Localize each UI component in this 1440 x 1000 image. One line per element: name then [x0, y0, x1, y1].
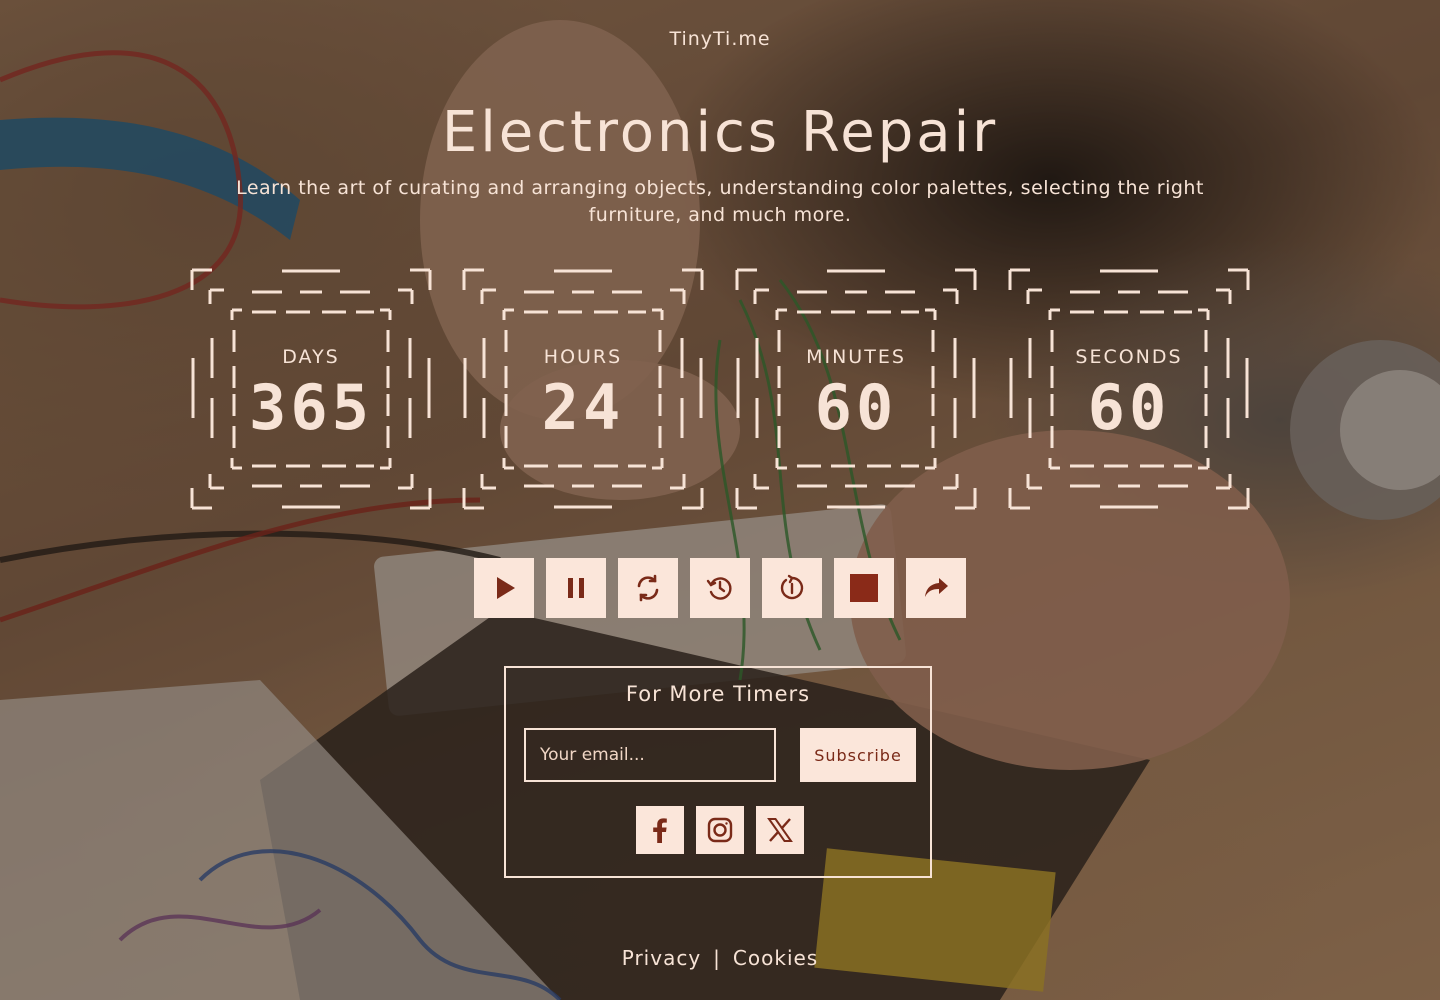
facebook-icon [653, 818, 667, 843]
share-button[interactable] [906, 558, 966, 618]
privacy-link[interactable]: Privacy [622, 946, 701, 970]
reset-button[interactable] [618, 558, 678, 618]
footer-separator: | [713, 946, 721, 970]
page-subtitle: Learn the art of curating and arranging … [236, 177, 1204, 226]
timer-label: HOURS [543, 346, 623, 368]
brand-logo[interactable]: TinyTi.me [0, 28, 1440, 50]
stop-icon [850, 574, 878, 602]
timer-value: 24 [541, 371, 625, 444]
subscribe-button[interactable]: Subscribe [800, 728, 916, 782]
pause-icon [568, 578, 584, 598]
timer-minutes: MINUTES 60 [735, 268, 977, 510]
subscribe-title: For More Timers [625, 682, 811, 706]
history-back-icon [706, 577, 732, 600]
timer-value: 60 [814, 371, 898, 444]
play-button[interactable] [474, 558, 534, 618]
timer-value: 365 [249, 371, 373, 444]
forward-button[interactable] [762, 558, 822, 618]
timer-label: MINUTES [806, 346, 906, 368]
footer-links: Privacy | Cookies [0, 946, 1440, 970]
page-title: Electronics Repair [441, 100, 999, 165]
social-links [636, 806, 804, 854]
pause-button[interactable] [546, 558, 606, 618]
email-input[interactable] [524, 728, 776, 782]
history-forward-icon [780, 574, 804, 600]
timer-controls [474, 558, 966, 618]
rewind-button[interactable] [690, 558, 750, 618]
play-icon [497, 577, 515, 599]
x-icon [767, 818, 793, 842]
refresh-icon [637, 574, 659, 602]
timer-value: 60 [1087, 371, 1171, 444]
timer-hours: HOURS 24 [462, 268, 704, 510]
timer-seconds: SECONDS 60 [1008, 268, 1250, 510]
timer-label: SECONDS [1075, 346, 1183, 368]
stop-button[interactable] [834, 558, 894, 618]
cookies-link[interactable]: Cookies [733, 946, 818, 970]
share-icon [925, 578, 948, 597]
facebook-link[interactable] [636, 806, 684, 854]
subscribe-panel: For More Timers Subscribe [504, 666, 932, 878]
timer-days: DAYS 365 [190, 268, 432, 510]
instagram-icon [707, 817, 733, 843]
timer-label: DAYS [282, 346, 340, 368]
instagram-link[interactable] [696, 806, 744, 854]
countdown-timers: DAYS 365 HOURS 24 MINUTES 60 SECONDS 60 [190, 268, 1250, 510]
x-link[interactable] [756, 806, 804, 854]
